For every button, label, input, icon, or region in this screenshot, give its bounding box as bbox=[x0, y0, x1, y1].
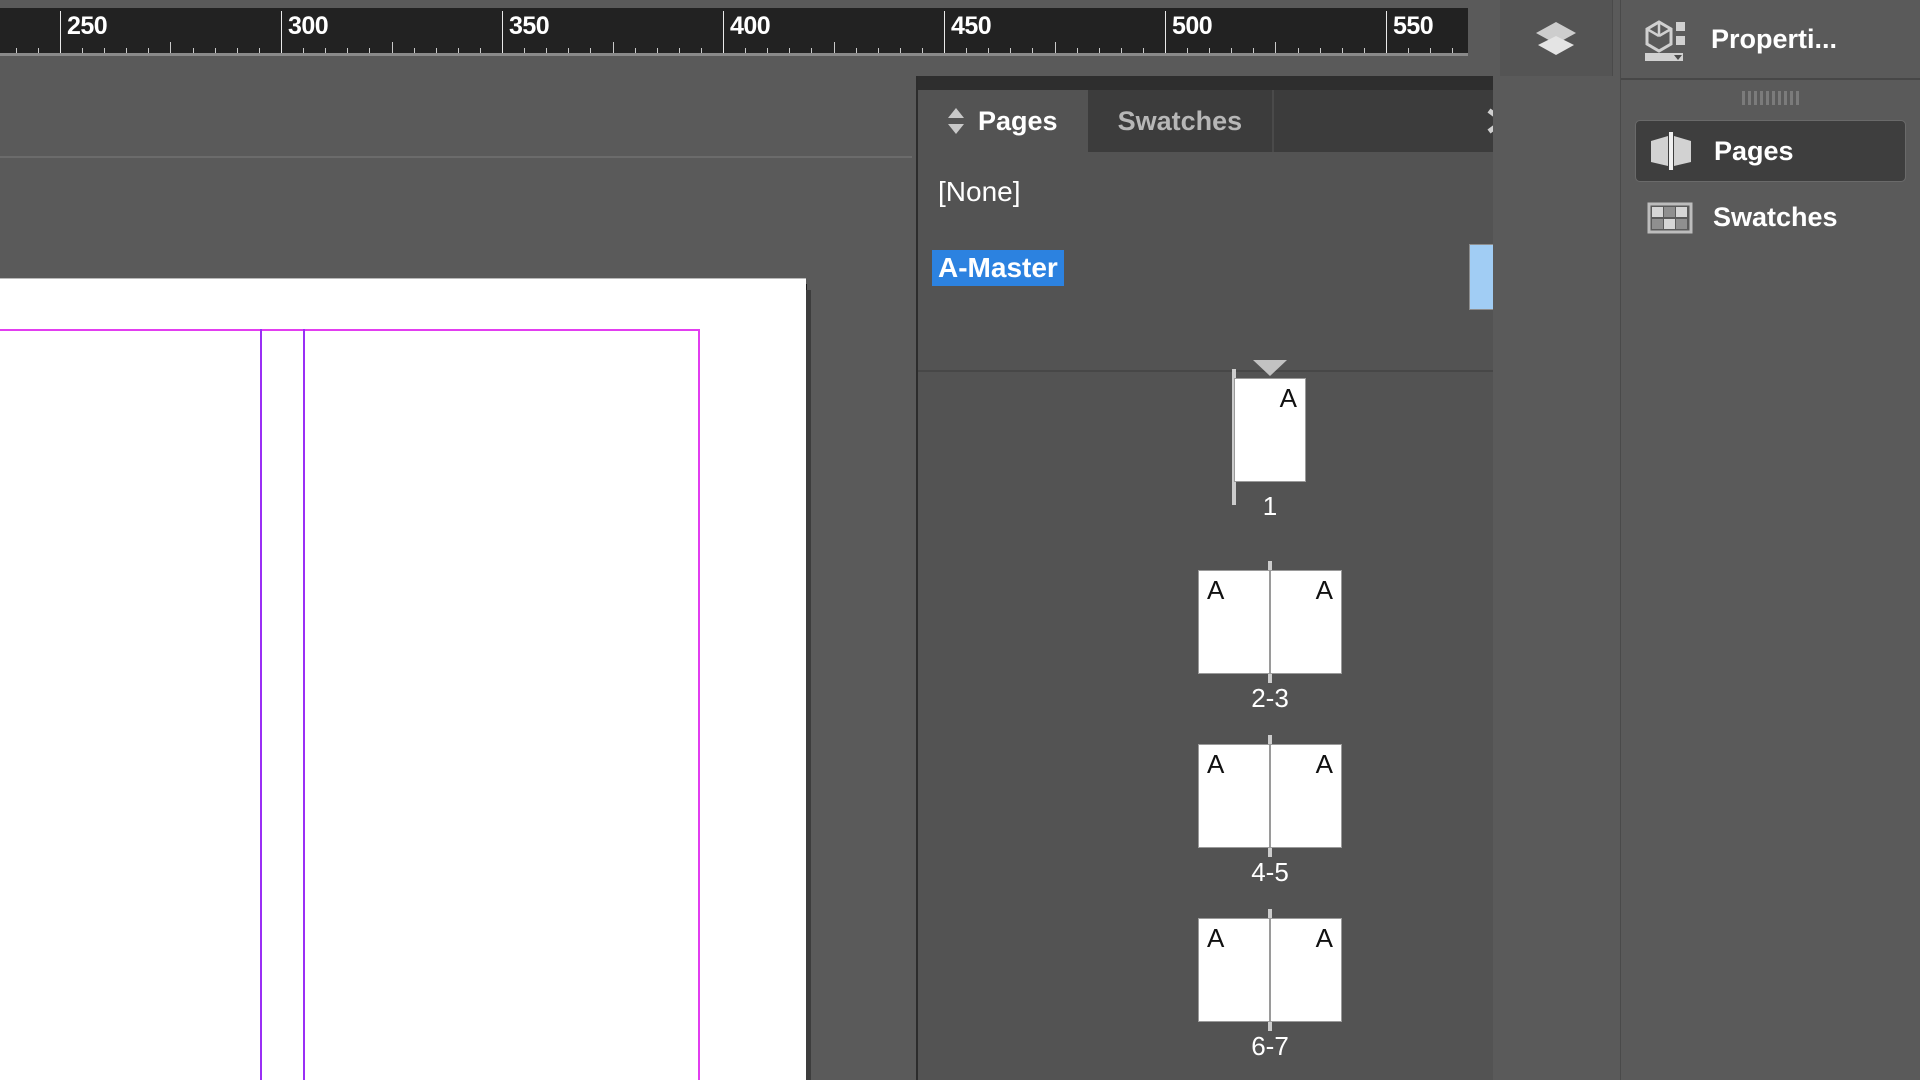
ruler-label: 550 bbox=[1393, 12, 1434, 40]
document-page[interactable] bbox=[0, 278, 806, 1080]
page-master-label: A bbox=[1207, 575, 1225, 605]
ruler-major-tick bbox=[60, 11, 61, 56]
page-thumbnail[interactable]: A bbox=[1270, 570, 1342, 674]
page-master-label: A bbox=[1315, 923, 1333, 953]
ruler-major-tick bbox=[1386, 11, 1387, 56]
dock-drag-handle[interactable] bbox=[1621, 80, 1920, 116]
ruler-major-tick bbox=[944, 11, 945, 56]
page-master-label: A bbox=[1207, 923, 1225, 953]
section-start-marker[interactable] bbox=[1253, 360, 1287, 376]
column-guide-left bbox=[260, 329, 262, 1080]
ruler-major-tick bbox=[723, 11, 724, 56]
dock-label-swatches: Swatches bbox=[1713, 201, 1838, 232]
page-thumbnail[interactable]: A bbox=[1198, 918, 1270, 1022]
master-label-none: [None] bbox=[938, 176, 1021, 207]
margin-guide-right bbox=[698, 329, 700, 1080]
tab-pages-label: Pages bbox=[978, 105, 1058, 136]
ruler-major-tick bbox=[281, 11, 282, 56]
tab-swatches-label: Swatches bbox=[1117, 105, 1243, 136]
dock-label-properties: Properti... bbox=[1711, 23, 1838, 54]
dock-item-properties[interactable]: Properti... bbox=[1621, 0, 1920, 80]
page-thumbnail[interactable]: A bbox=[1270, 918, 1342, 1022]
ruler-major-tick bbox=[502, 11, 503, 56]
master-label-a-master: A-Master bbox=[932, 250, 1064, 286]
spread-page-numbers: 1 bbox=[1254, 491, 1286, 522]
column-guide-right bbox=[303, 329, 305, 1080]
ruler-label: 450 bbox=[951, 12, 992, 40]
tab-pages[interactable]: Pages bbox=[918, 90, 1088, 152]
ruler-label: 500 bbox=[1172, 12, 1213, 40]
horizontal-ruler[interactable]: 250 300 350 400 450 500 550 bbox=[0, 0, 1493, 56]
page-master-label: A bbox=[1279, 383, 1297, 413]
right-dock[interactable]: Properti... Pages Swatches bbox=[1620, 0, 1920, 1080]
ruler-major-tick bbox=[1165, 11, 1166, 56]
double-chevron-icon bbox=[948, 108, 964, 134]
swatches-icon bbox=[1645, 195, 1695, 239]
spread-thumbnails[interactable]: AA bbox=[1198, 570, 1342, 674]
layers-icon bbox=[1531, 16, 1581, 60]
page-master-label: A bbox=[1315, 575, 1333, 605]
page-master-label: A bbox=[1207, 749, 1225, 779]
canvas-pasteboard-divider bbox=[0, 156, 912, 158]
page-thumbnail[interactable]: A bbox=[1270, 744, 1342, 848]
layers-panel-button[interactable] bbox=[1500, 0, 1613, 76]
ruler-label: 400 bbox=[730, 12, 771, 40]
dock-item-swatches[interactable]: Swatches bbox=[1635, 186, 1906, 248]
dock-item-pages[interactable]: Pages bbox=[1635, 120, 1906, 182]
ruler-label: 300 bbox=[288, 12, 329, 40]
dock-icon-column bbox=[1493, 0, 1620, 1080]
page-shadow-soft bbox=[806, 290, 811, 1080]
page-master-label: A bbox=[1315, 749, 1333, 779]
tab-swatches[interactable]: Swatches bbox=[1087, 90, 1273, 152]
ruler-label: 350 bbox=[509, 12, 550, 40]
properties-icon bbox=[1643, 17, 1693, 61]
spread-thumbnails[interactable]: A bbox=[1234, 378, 1306, 482]
application-window: 250 300 350 400 450 500 550 Pages Swatches bbox=[0, 0, 1920, 1080]
spread-page-numbers: 2-3 bbox=[1243, 683, 1297, 714]
margin-guide-top bbox=[0, 329, 700, 331]
page-thumbnail[interactable]: A bbox=[1234, 378, 1306, 482]
ruler-label: 250 bbox=[67, 12, 108, 40]
dock-label-pages: Pages bbox=[1714, 135, 1794, 166]
ruler-top-gap bbox=[0, 0, 1493, 8]
spread-thumbnails[interactable]: AA bbox=[1198, 918, 1342, 1022]
ruler-right-filler bbox=[1468, 0, 1493, 56]
pages-icon bbox=[1646, 129, 1696, 173]
spread-page-numbers: 6-7 bbox=[1243, 1031, 1297, 1062]
spread-thumbnails[interactable]: AA bbox=[1198, 744, 1342, 848]
page-thumbnail[interactable]: A bbox=[1198, 570, 1270, 674]
spread-page-numbers: 4-5 bbox=[1243, 857, 1297, 888]
page-thumbnail[interactable]: A bbox=[1198, 744, 1270, 848]
